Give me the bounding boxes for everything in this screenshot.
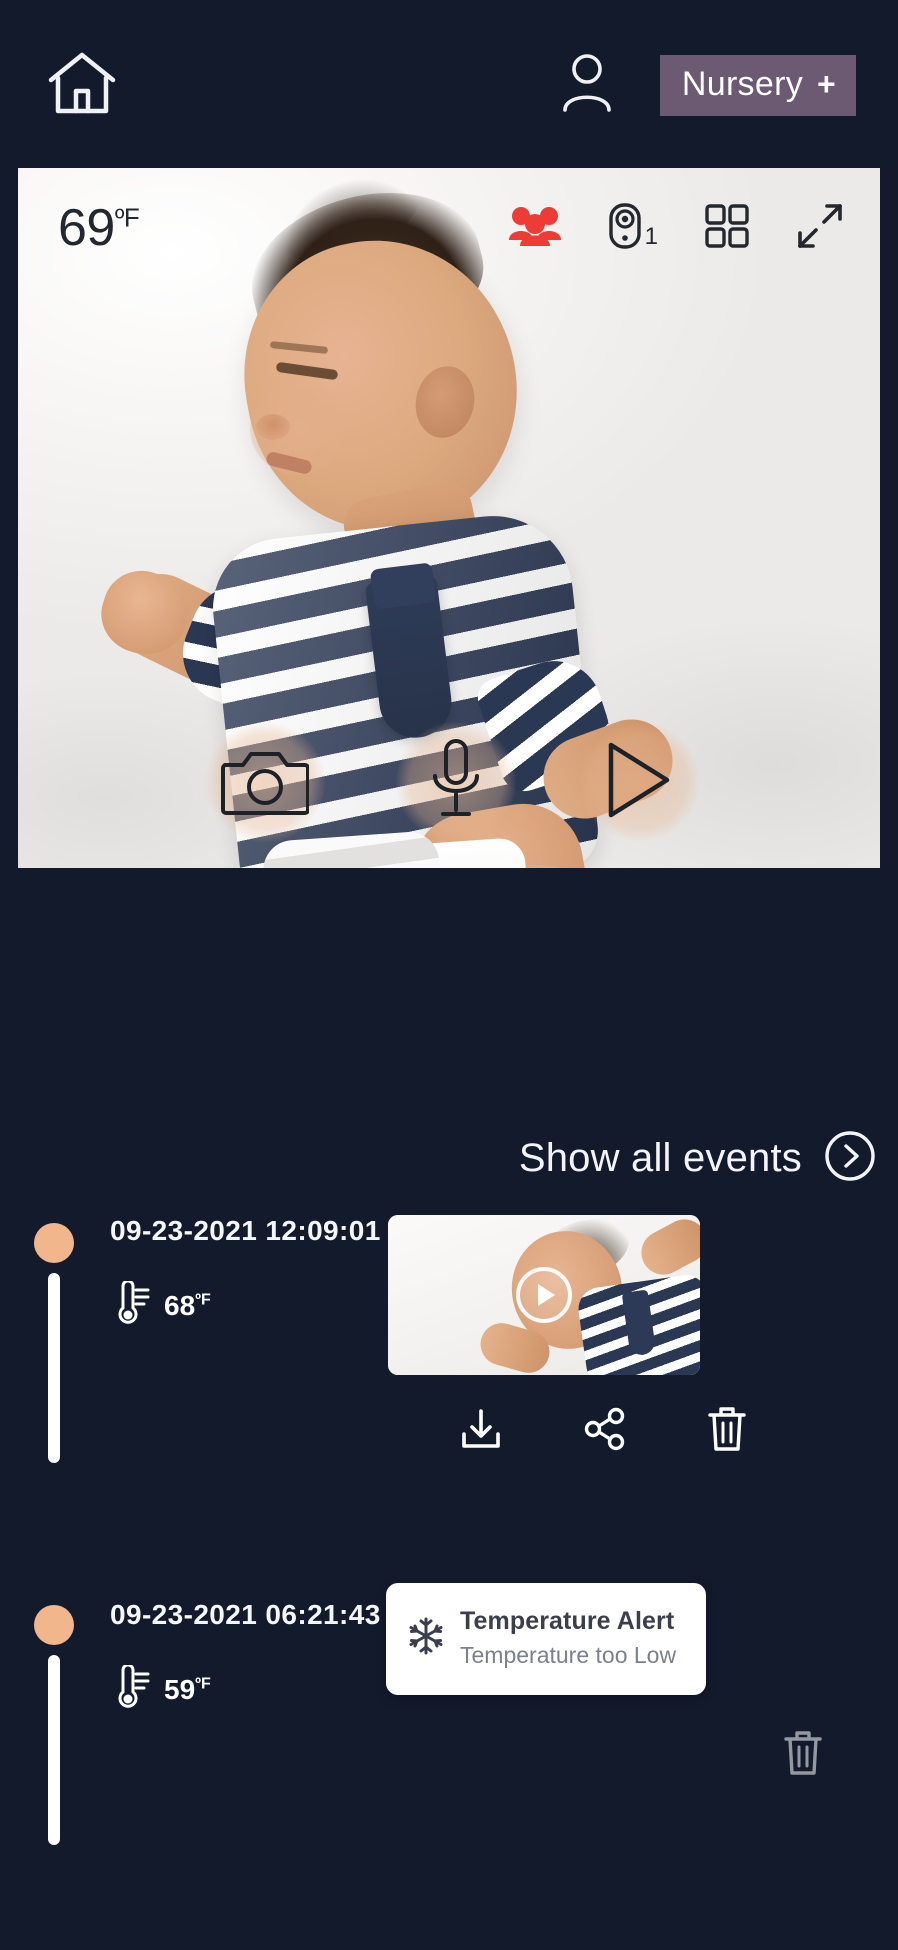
event-temperature-value: 68ºF — [164, 1290, 211, 1322]
download-icon[interactable] — [458, 1406, 504, 1457]
grid-view-button[interactable] — [704, 203, 750, 254]
timeline-dot — [34, 1223, 74, 1263]
current-temperature: 69ºF — [58, 198, 140, 258]
presence-button[interactable] — [508, 204, 562, 253]
fullscreen-button[interactable] — [796, 202, 844, 255]
thermometer-icon — [110, 1279, 150, 1330]
video-overlay-controls — [18, 722, 880, 842]
timeline-rail — [48, 1273, 60, 1463]
temp-unit: ºF — [195, 1291, 211, 1309]
baby-monitor-app: Nursery + 69ºF 1 Show all events 09-23-2… — [0, 0, 898, 1950]
show-all-events-button[interactable]: Show all events — [519, 1130, 876, 1187]
event-temperature: 59ºF — [110, 1663, 380, 1714]
temp-unit: ºF — [195, 1675, 211, 1693]
snowflake-icon — [406, 1616, 446, 1661]
event-timestamp: 09-23-2021 06:21:43 — [110, 1599, 381, 1630]
timeline-dot — [34, 1605, 74, 1645]
share-icon[interactable] — [582, 1406, 628, 1457]
event-meta: 09-23-2021 06:21:43 59ºF — [110, 1599, 380, 1714]
timeline-rail — [48, 1655, 60, 1845]
event-content: Temperature Alert Temperature too Low — [386, 1583, 876, 1782]
temperature-alert-card[interactable]: Temperature Alert Temperature too Low — [386, 1583, 706, 1695]
video-action-icons: 1 — [508, 202, 844, 255]
talk-microphone-button[interactable] — [427, 738, 485, 827]
event-action-bar — [386, 1729, 876, 1782]
event-action-bar — [386, 1405, 876, 1458]
temp-number: 68 — [164, 1289, 196, 1321]
home-button[interactable] — [42, 45, 122, 125]
camera-device-icon — [608, 202, 642, 255]
temperature-value: 69 — [58, 199, 115, 257]
chevron-right-circle-icon — [824, 1130, 876, 1187]
grid-view-icon — [704, 203, 750, 254]
play-circle-icon[interactable] — [516, 1267, 572, 1323]
alert-title: Temperature Alert — [460, 1607, 675, 1635]
microphone-icon — [427, 738, 485, 827]
event-content — [386, 1215, 876, 1458]
timeline-event-alert: 09-23-2021 06:21:43 59ºF Temperature Ale… — [0, 1557, 898, 1887]
live-video-card[interactable]: 69ºF 1 — [18, 168, 880, 868]
camera-selector-button[interactable]: 1 — [608, 202, 658, 255]
event-video-thumbnail[interactable] — [388, 1215, 700, 1375]
play-icon — [603, 739, 677, 826]
user-account-button[interactable] — [556, 49, 618, 121]
alert-text-block: Temperature Alert Temperature too Low — [460, 1607, 676, 1669]
app-header: Nursery + — [0, 0, 898, 170]
event-temperature: 68ºF — [110, 1279, 380, 1330]
nursery-add-button[interactable]: Nursery + — [659, 54, 856, 116]
play-button[interactable] — [603, 739, 677, 826]
event-temperature-value: 59ºF — [164, 1674, 211, 1706]
video-overlay-top: 69ºF 1 — [18, 168, 880, 288]
user-account-icon — [561, 52, 613, 119]
alert-subtitle: Temperature too Low — [460, 1642, 677, 1668]
delete-icon[interactable] — [782, 1729, 824, 1782]
timeline-event-video: 09-23-2021 12:09:01 68ºF — [0, 1215, 898, 1535]
plus-icon: + — [817, 66, 836, 102]
snapshot-button[interactable] — [221, 743, 310, 822]
events-timeline: 09-23-2021 12:09:01 68ºF 09-23-2021 06:2… — [0, 1215, 898, 1887]
people-group-icon — [508, 204, 562, 253]
nursery-badge-label: Nursery — [681, 64, 803, 103]
temp-number: 59 — [164, 1673, 196, 1705]
camera-count-label: 1 — [644, 222, 658, 250]
event-meta: 09-23-2021 12:09:01 68ºF — [110, 1215, 380, 1330]
thermometer-icon — [110, 1663, 150, 1714]
show-all-events-label: Show all events — [518, 1136, 802, 1180]
expand-fullscreen-icon — [796, 202, 844, 255]
home-icon — [46, 50, 118, 121]
temperature-unit: ºF — [114, 202, 140, 233]
event-timestamp: 09-23-2021 12:09:01 — [110, 1215, 381, 1246]
camera-shutter-icon — [221, 743, 310, 822]
delete-icon[interactable] — [706, 1405, 748, 1458]
